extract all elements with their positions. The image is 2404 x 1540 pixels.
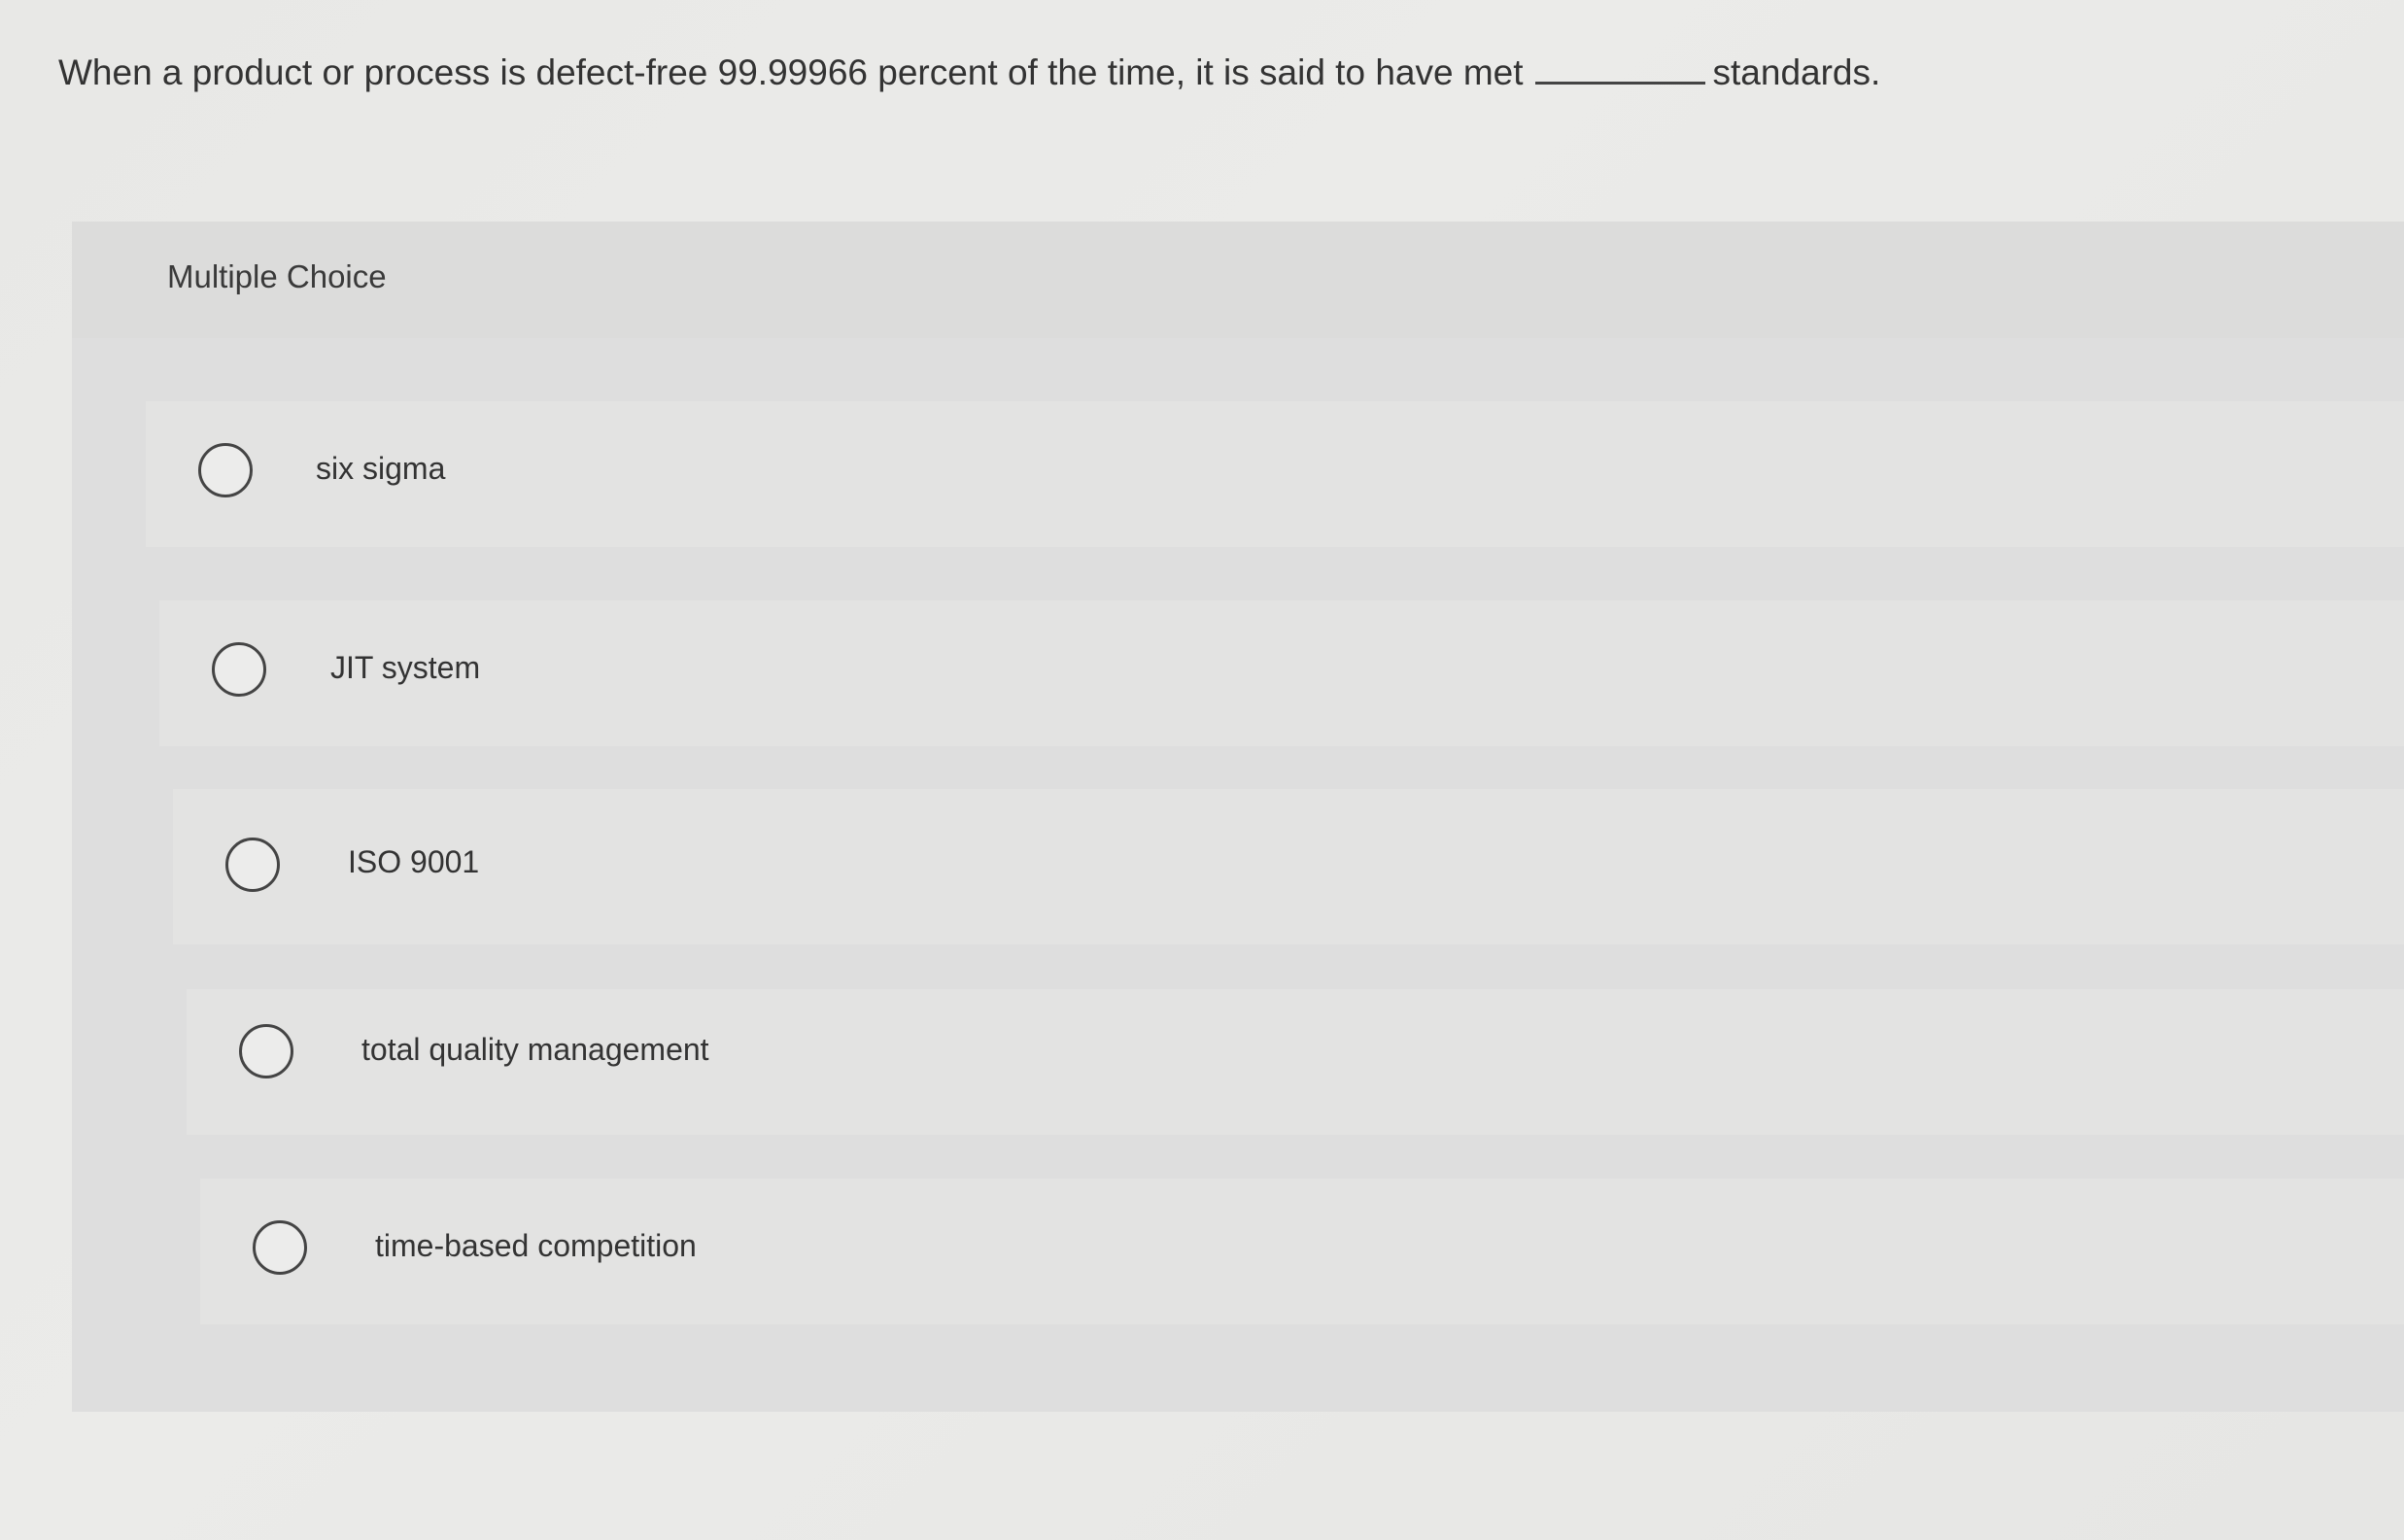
option-jit-system[interactable]: JIT system — [159, 600, 2404, 746]
radio-button-icon[interactable] — [198, 443, 253, 497]
option-label[interactable]: six sigma — [316, 451, 445, 487]
option-time-based-competition[interactable]: time-based competition — [200, 1179, 2404, 1324]
option-iso-9001[interactable]: ISO 9001 — [173, 789, 2404, 944]
option-label[interactable]: ISO 9001 — [348, 844, 479, 880]
question-text-after: standards. — [1712, 52, 1881, 92]
radio-button-icon[interactable] — [212, 642, 266, 697]
option-total-quality-management[interactable]: total quality management — [187, 989, 2404, 1135]
radio-button-icon[interactable] — [225, 838, 280, 892]
option-label[interactable]: total quality management — [361, 1032, 709, 1068]
option-six-sigma[interactable]: six sigma — [146, 401, 2404, 547]
multiple-choice-panel: Multiple Choice six sigma JIT system ISO… — [72, 222, 2404, 1412]
question-text: When a product or process is defect-free… — [58, 52, 1880, 93]
multiple-choice-header: Multiple Choice — [72, 222, 2404, 338]
option-label[interactable]: time-based competition — [375, 1228, 697, 1264]
multiple-choice-label: Multiple Choice — [167, 258, 387, 294]
radio-button-icon[interactable] — [239, 1024, 293, 1078]
option-label[interactable]: JIT system — [330, 650, 480, 686]
question-text-before: When a product or process is defect-free… — [58, 52, 1524, 92]
answer-blank — [1534, 74, 1705, 85]
radio-button-icon[interactable] — [253, 1220, 307, 1275]
